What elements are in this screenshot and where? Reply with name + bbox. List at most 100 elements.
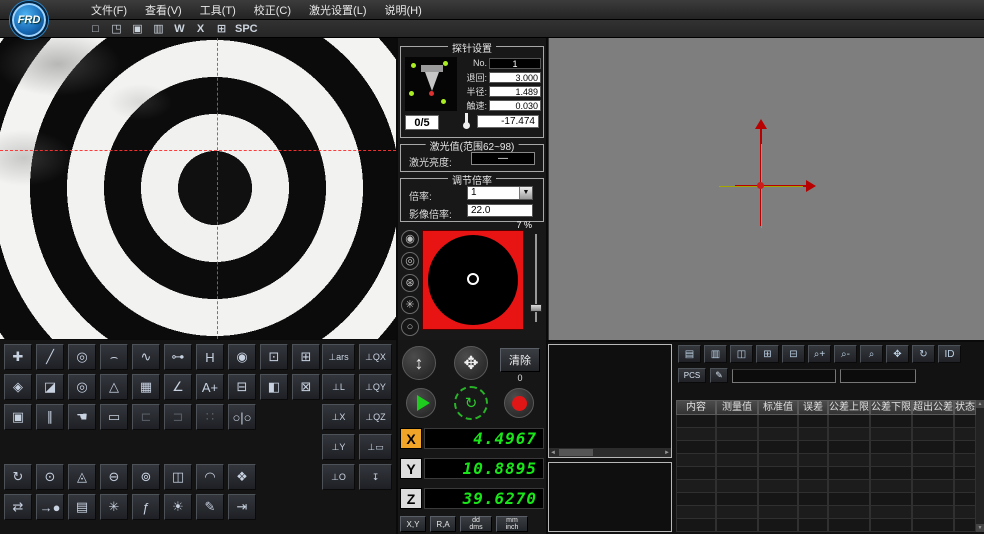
datum-x[interactable]: ⊥X [322,404,355,430]
tool-half-rect[interactable]: ◧ [260,374,288,400]
tool-right-dim[interactable]: ⊐ [164,404,192,430]
tool-report[interactable]: ▤ [68,494,96,520]
tool-grid-rect[interactable]: ⊞ [292,344,320,370]
tool-distance[interactable]: H [196,344,224,370]
light-lamp-icon[interactable]: ○ [401,318,419,336]
tool-cone[interactable]: △ [100,374,128,400]
table-row[interactable] [676,480,976,493]
tool-curve[interactable]: ∿ [132,344,160,370]
coord-mode-xy-button[interactable]: X,Y [400,516,426,532]
datum-plane[interactable]: ⊥▭ [359,434,392,460]
table-row[interactable] [676,467,976,480]
table-row[interactable] [676,428,976,441]
datum-line[interactable]: ⊥L [322,374,355,400]
tool-line[interactable]: ╱ [36,344,64,370]
tool-concentric[interactable]: ◉ [228,344,256,370]
probe-radius-field[interactable]: 1.489 [489,86,541,97]
tool-goto-point[interactable]: →● [36,494,64,520]
tool-pattern[interactable]: ∷ [196,404,224,430]
tool-burst[interactable]: ✳ [100,494,128,520]
datum-qy[interactable]: ⊥QY [359,374,392,400]
coord-mode-ra-button[interactable]: R,A [430,516,456,532]
zoom-window-icon[interactable]: ⌕ [860,345,883,363]
menu-help[interactable]: 说明(H) [376,3,431,19]
light-intensity-slider[interactable] [530,234,542,322]
auto-run-button[interactable]: ↻ [454,386,488,420]
zoom-in-icon[interactable]: ⌕+ [808,345,831,363]
tool-star-point[interactable]: ◈ [4,374,32,400]
table-row[interactable] [676,415,976,428]
datum-ars[interactable]: ⊥ars [322,344,355,370]
tool-angle[interactable]: ∠ [164,374,192,400]
id-button[interactable]: ID [938,345,961,363]
slider-thumb[interactable] [530,304,542,312]
tool-slot[interactable]: ◫ [164,464,192,490]
tool-annotate[interactable]: ✎ [196,494,224,520]
new-file-icon[interactable]: □ [88,22,103,36]
tool-cylinder[interactable]: ⊚ [132,464,160,490]
tool-delete-rect[interactable]: ⊠ [292,374,320,400]
pcs-button[interactable]: PCS [678,368,706,383]
tool-width[interactable]: ○|○ [228,404,256,430]
tool-triangle-center[interactable]: ◬ [68,464,96,490]
open-file-icon[interactable]: ◳ [109,22,124,36]
element-dropdown[interactable] [732,369,836,383]
light-outer-ring-icon[interactable]: ◎ [401,252,419,270]
light-segment-icon[interactable]: ⊛ [401,274,419,292]
export-word-icon[interactable]: W [172,22,187,36]
export-excel-icon[interactable]: X [193,22,208,36]
table-row[interactable] [676,454,976,467]
tool-polygon[interactable]: ❖ [228,464,256,490]
edit-pen-icon[interactable]: ✎ [710,368,728,383]
tool-left-dim[interactable]: ⊏ [132,404,160,430]
datum-qx[interactable]: ⊥QX [359,344,392,370]
report-remove-icon[interactable]: ⊟ [782,345,805,363]
results-vscrollbar[interactable]: ▲ ▼ [976,400,984,532]
length-unit-toggle[interactable]: mm inch [496,516,528,532]
tool-mesh[interactable]: ▦ [132,374,160,400]
tool-point[interactable]: ✚ [4,344,32,370]
coordinate-list[interactable] [548,462,672,532]
window-layout-icon[interactable]: ⊞ [214,22,229,36]
datum-probe[interactable]: ↧ [359,464,392,490]
menu-view[interactable]: 查看(V) [136,3,191,19]
zoom-out-icon[interactable]: ⌕- [834,345,857,363]
tool-capture[interactable]: ▣ [4,404,32,430]
ring-light-center[interactable] [467,273,479,285]
menu-file[interactable]: 文件(F) [82,3,136,19]
tool-view[interactable]: ⊙ [36,464,64,490]
tool-table[interactable]: ⊟ [228,374,256,400]
jog-z-button[interactable]: ↕ [402,346,436,380]
table-row[interactable] [676,493,976,506]
chevron-down-icon[interactable]: ▼ [519,187,532,199]
light-multi-segment-icon[interactable]: ✳ [401,296,419,314]
scroll-right-icon[interactable]: ► [663,450,671,456]
report-add-icon[interactable]: ⊞ [756,345,779,363]
run-button[interactable] [406,388,436,418]
scroll-up-icon[interactable]: ▲ [976,400,984,408]
tool-rect-dim[interactable]: ▭ [100,404,128,430]
scroll-thumb[interactable] [559,449,593,456]
camera-view[interactable] [0,38,396,339]
scroll-down-icon[interactable]: ▼ [976,524,984,532]
tool-label[interactable]: A+ [196,374,224,400]
report-new-icon[interactable]: ▤ [678,345,701,363]
probe-retract-field[interactable]: 3.000 [489,72,541,83]
stop-button[interactable] [504,388,534,418]
tool-swap[interactable]: ⇄ [4,494,32,520]
tool-ring[interactable]: ◎ [68,374,96,400]
tool-flash[interactable]: ☀ [164,494,192,520]
tool-point-pair[interactable]: ⊶ [164,344,192,370]
report-icon[interactable]: ▥ [151,22,166,36]
probe-speed-field[interactable]: 0.030 [489,100,541,111]
clear-button[interactable]: 清除 [500,348,540,372]
probe-no-field[interactable]: 1 [489,58,541,69]
table-row[interactable] [676,506,976,519]
report-open-icon[interactable]: ▥ [704,345,727,363]
table-row[interactable] [676,441,976,454]
datum-origin[interactable]: ⊥O [322,464,355,490]
image-rate-field[interactable]: 22.0 [467,204,533,217]
pan-view-icon[interactable]: ✥ [886,345,909,363]
tool-rerun[interactable]: ↻ [4,464,32,490]
datum-y[interactable]: ⊥Y [322,434,355,460]
